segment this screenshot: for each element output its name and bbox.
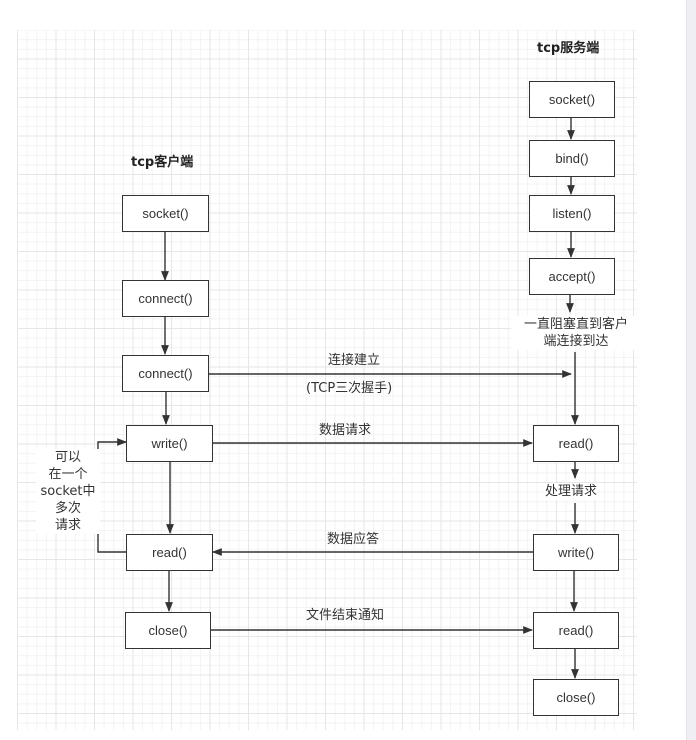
- client-write-box: write(): [126, 425, 213, 462]
- client-socket-box: socket(): [122, 195, 209, 232]
- client-connect-box-2: connect(): [122, 355, 209, 392]
- connect-sub-label: (TCP三次握手): [306, 381, 393, 396]
- server-write-box: write(): [533, 534, 619, 571]
- server-bind-box: bind(): [529, 140, 615, 177]
- server-read-box: read(): [533, 425, 619, 462]
- server-close-box: close(): [533, 679, 619, 716]
- eof-label: 文件结束通知: [306, 608, 385, 623]
- loop-note-line: 在一个: [48, 467, 88, 482]
- client-title: tcp客户端: [131, 155, 194, 170]
- request-label: 数据请求: [319, 423, 372, 438]
- block-note-line: 端连接到达: [543, 334, 609, 349]
- server-read-box-2: read(): [533, 612, 619, 649]
- loop-note-line: 可以: [54, 450, 81, 465]
- server-listen-box: listen(): [529, 195, 615, 232]
- block-note: 一直阻塞直到客户 端连接到达: [511, 316, 641, 350]
- arrow-client-loop: [97, 438, 127, 553]
- client-close-box: close(): [125, 612, 211, 649]
- server-socket-box: socket(): [529, 81, 615, 118]
- server-accept-box: accept(): [529, 258, 615, 295]
- server-title: tcp服务端: [537, 41, 600, 56]
- loop-note-line: socket中: [40, 484, 96, 499]
- client-connect-box: connect(): [122, 280, 209, 317]
- loop-note-line: 多次: [54, 501, 81, 516]
- process-note: 处理请求: [545, 483, 598, 500]
- loop-note: 可以 在一个 socket中 多次 请求: [36, 449, 100, 534]
- block-note-line: 一直阻塞直到客户: [523, 317, 628, 332]
- connect-label: 连接建立: [328, 353, 381, 368]
- loop-note-line: 请求: [54, 518, 81, 533]
- client-read-box: read(): [126, 534, 213, 571]
- response-label: 数据应答: [327, 532, 380, 547]
